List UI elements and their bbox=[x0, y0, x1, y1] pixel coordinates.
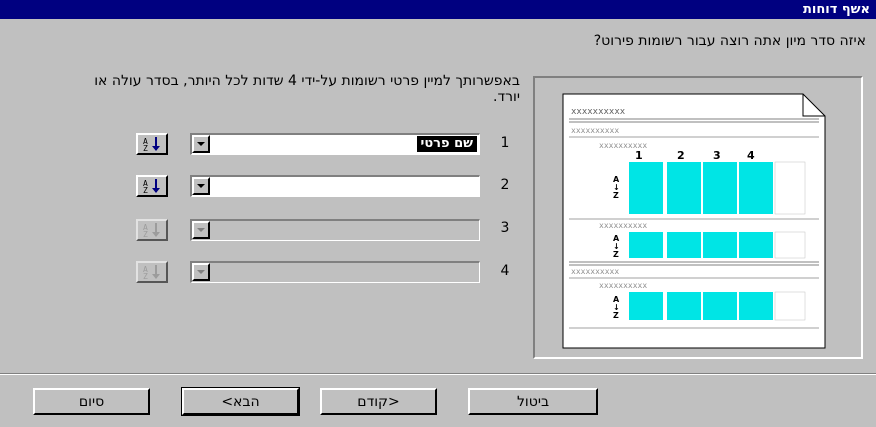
preview-title-text: xxxxxxxxxx bbox=[571, 107, 626, 117]
finish-button[interactable]: סיום bbox=[33, 388, 150, 415]
sort-ascending-icon: A Z bbox=[143, 179, 160, 194]
question-text: איזה סדר מיון אתה רוצה עבור רשומות פירוט… bbox=[593, 33, 866, 49]
dropdown-arrow-icon[interactable] bbox=[192, 263, 210, 281]
sort-ascending-icon: A Z bbox=[143, 137, 160, 152]
preview-group-text: xxxxxxxxxx bbox=[599, 281, 647, 290]
next-button[interactable]: הבא> bbox=[181, 387, 300, 416]
button-separator bbox=[0, 373, 876, 375]
svg-text:Z: Z bbox=[613, 250, 619, 259]
dropdown-arrow-icon[interactable] bbox=[192, 177, 210, 195]
sort-order-button-4[interactable]: A Z bbox=[136, 261, 168, 283]
sort-row-number-2: 2 bbox=[500, 177, 510, 193]
preview-group-text: xxxxxxxxxx bbox=[599, 221, 647, 230]
preview-column-4: 4 bbox=[747, 149, 755, 162]
preview-column-2: 2 bbox=[677, 149, 685, 162]
sort-order-button-3[interactable]: A Z bbox=[136, 219, 168, 241]
svg-text:Z: Z bbox=[143, 230, 148, 238]
preview-column-1: 1 bbox=[635, 149, 643, 162]
sort-order-button-1[interactable]: A Z bbox=[136, 133, 168, 155]
preview-group-text: xxxxxxxxxx bbox=[571, 126, 619, 135]
preview-column-3: 3 bbox=[713, 149, 721, 162]
window-title: אשף דוחות bbox=[0, 0, 876, 19]
cancel-button[interactable]: ביטול bbox=[468, 388, 598, 415]
sort-field-combo-1[interactable]: שם פרטי bbox=[190, 133, 480, 155]
svg-text:Z: Z bbox=[613, 191, 619, 200]
svg-text:Z: Z bbox=[143, 272, 148, 280]
svg-text:Z: Z bbox=[143, 144, 148, 152]
sort-order-button-2[interactable]: A Z bbox=[136, 175, 168, 197]
svg-text:Z: Z bbox=[613, 311, 619, 320]
svg-text:Z: Z bbox=[143, 186, 148, 194]
report-preview-illustration: xxxxxxxxxx xxxxxxxxxx xxxxxxxxxx 1 2 3 4… bbox=[562, 93, 826, 349]
sort-field-combo-4[interactable] bbox=[190, 261, 480, 283]
sort-field-combo-2[interactable] bbox=[190, 175, 480, 197]
preview-group-text: xxxxxxxxxx bbox=[571, 267, 619, 276]
back-button[interactable]: <קודם bbox=[320, 388, 437, 415]
sort-ascending-icon: A Z bbox=[143, 223, 160, 238]
sort-row-number-4: 4 bbox=[500, 263, 510, 279]
dropdown-arrow-icon[interactable] bbox=[192, 135, 210, 153]
sort-ascending-icon: A Z bbox=[143, 265, 160, 280]
sort-row-number-3: 3 bbox=[500, 220, 510, 236]
sort-preview-panel: xxxxxxxxxx xxxxxxxxxx xxxxxxxxxx 1 2 3 4… bbox=[533, 76, 863, 359]
sort-field-combo-3[interactable] bbox=[190, 219, 480, 241]
sort-row-number-1: 1 bbox=[500, 135, 510, 151]
sort-field-value-1: שם פרטי bbox=[416, 136, 477, 152]
dropdown-arrow-icon[interactable] bbox=[192, 221, 210, 239]
description-text: באפשרותך למיין פרטי רשומות על-ידי 4 שדות… bbox=[94, 73, 520, 105]
